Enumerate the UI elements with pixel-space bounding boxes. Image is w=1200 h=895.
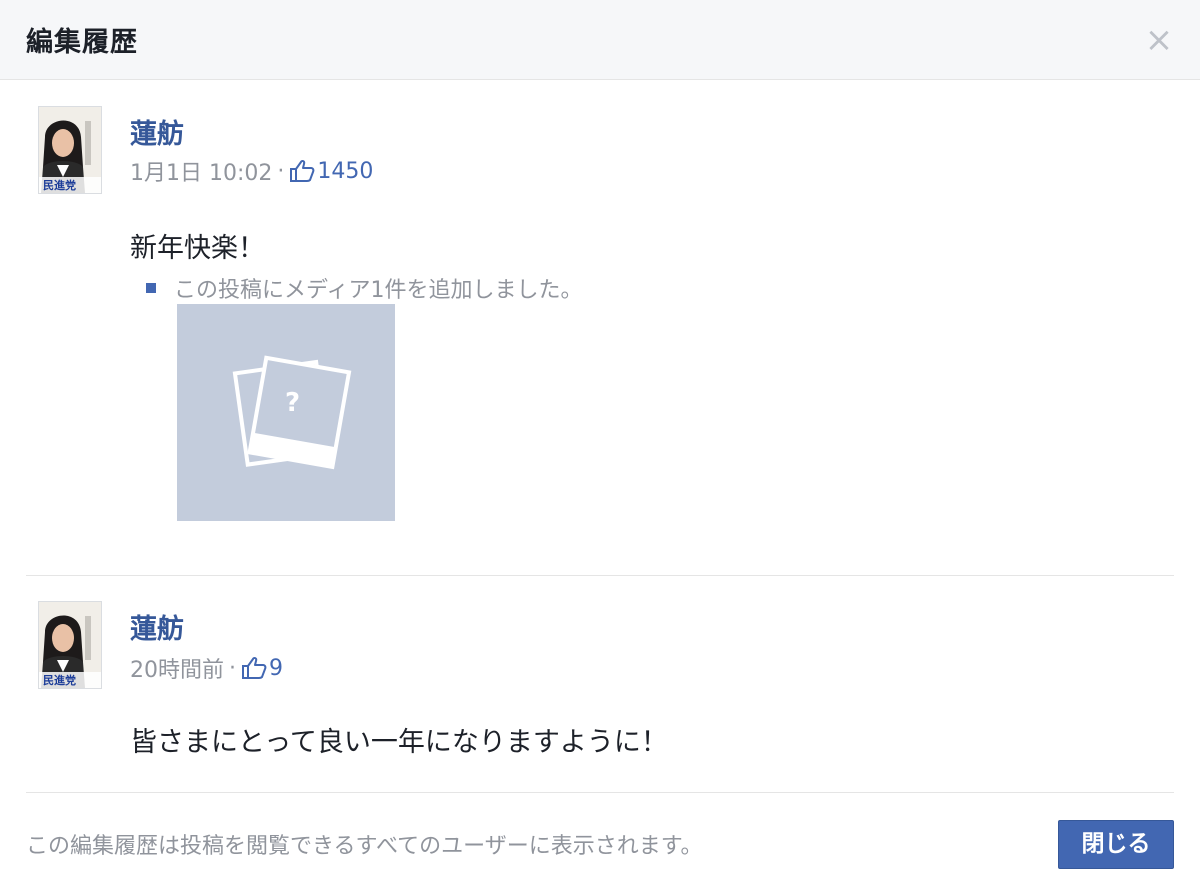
like-count[interactable]: 9 bbox=[269, 656, 283, 681]
media-placeholder[interactable]: ? bbox=[177, 304, 395, 521]
timestamp[interactable]: 1月1日 10:02 bbox=[130, 155, 272, 187]
bullet-icon bbox=[146, 283, 156, 293]
timestamp[interactable]: 20時間前 bbox=[130, 652, 224, 684]
author-name[interactable]: 蓮舫 bbox=[130, 112, 184, 151]
separator: · bbox=[277, 158, 285, 184]
svg-text:民進党: 民進党 bbox=[43, 178, 76, 192]
change-note-text: この投稿にメディア1件を追加しました。 bbox=[174, 278, 583, 303]
footer-notice: この編集履歴は投稿を閲覧できるすべてのユーザーに表示されます。 bbox=[26, 834, 703, 859]
media-placeholder-glyph: ? bbox=[285, 388, 301, 418]
change-note: この投稿にメディア1件を追加しました。 bbox=[146, 272, 582, 304]
dialog-header: 編集履歴 × bbox=[0, 0, 1200, 80]
close-icon[interactable]: × bbox=[1144, 20, 1174, 60]
avatar[interactable]: 民進党 bbox=[38, 601, 102, 689]
post-text: 新年快楽！ bbox=[130, 233, 265, 264]
dialog-title: 編集履歴 bbox=[26, 27, 138, 58]
post-meta: 1月1日 10:02 · 1450 bbox=[130, 155, 373, 187]
divider bbox=[26, 575, 1174, 576]
like-count[interactable]: 1450 bbox=[317, 159, 373, 184]
divider bbox=[26, 792, 1174, 793]
author-name[interactable]: 蓮舫 bbox=[130, 607, 184, 646]
avatar[interactable]: 民進党 bbox=[38, 106, 102, 194]
svg-text:民進党: 民進党 bbox=[43, 673, 76, 687]
post-meta: 20時間前 · 9 bbox=[130, 652, 283, 684]
close-button[interactable]: 閉じる bbox=[1058, 820, 1174, 869]
like-icon bbox=[241, 656, 267, 680]
like-icon bbox=[289, 159, 315, 183]
post-text: 皆さまにとって良い一年になりますように！ bbox=[130, 727, 668, 758]
separator: · bbox=[229, 655, 236, 681]
edit-history-dialog: 編集履歴 × 民進党 蓮舫 1月1日 10:02 · 1450 新年快楽！ この… bbox=[0, 0, 1200, 895]
